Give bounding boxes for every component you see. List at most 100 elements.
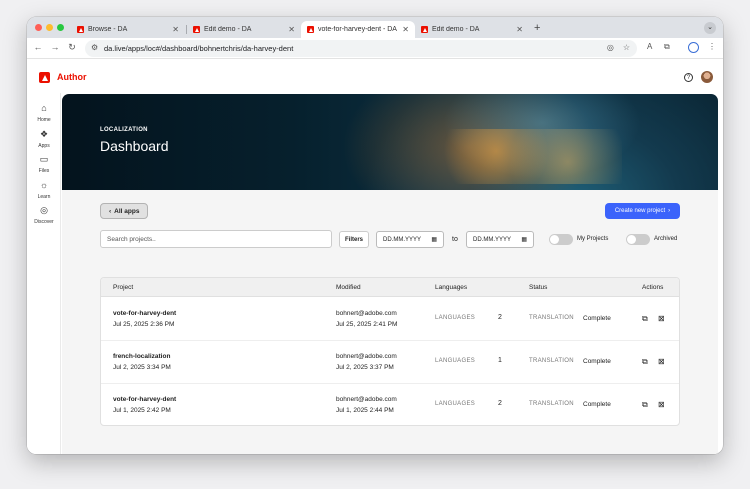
hero-eyebrow: LOCALIZATION (100, 127, 148, 133)
bookmark-star-icon[interactable]: ☆ (623, 43, 630, 52)
project-name[interactable]: vote-for-harvey-dent (113, 396, 176, 403)
languages-label: LANGUAGES (435, 401, 476, 407)
project-name[interactable]: vote-for-harvey-dent (113, 310, 176, 317)
calendar-icon[interactable]: ▦ (521, 236, 527, 243)
modified-by: bohnert@adobe.com (336, 353, 397, 360)
main-content: ‹ All apps Create new project › Filters … (62, 190, 718, 454)
tab-title: Browse - DA (88, 26, 128, 33)
column-header-modified: Modified (336, 284, 361, 291)
chevron-left-icon: ‹ (109, 207, 112, 215)
address-bar[interactable]: ⚙ da.live/apps/loc#/dashboard/bohnertchr… (85, 40, 637, 57)
close-window-button[interactable] (35, 24, 42, 31)
rail-item-label: Apps (38, 143, 50, 149)
lightbulb-icon: ☼ (39, 180, 49, 190)
archive-icon[interactable]: ⊠ (658, 314, 665, 323)
site-settings-icon[interactable]: ⚙ (91, 43, 98, 52)
filters-button[interactable]: Filters (339, 231, 369, 248)
extensions-icon[interactable]: ⧉ (664, 42, 670, 52)
reload-icon[interactable]: ↻ (66, 42, 78, 53)
tab-title: Edit demo - DA (204, 26, 252, 33)
modified-by: bohnert@adobe.com (336, 310, 397, 317)
copy-icon[interactable]: ⧉ (642, 357, 648, 367)
create-project-button[interactable]: Create new project › (605, 203, 680, 219)
status-label: TRANSLATION (529, 358, 574, 364)
status-value: Complete (583, 315, 611, 322)
back-arrow-icon[interactable]: ← (32, 42, 44, 52)
column-header-project: Project (113, 284, 134, 291)
date-to-field[interactable]: DD.MM.YYYY ▦ (466, 231, 534, 248)
browser-tab-active[interactable]: vote-for-harvey-dent - DA Ti ✕ (301, 21, 415, 38)
languages-count: 2 (498, 314, 502, 321)
new-tab-button[interactable]: + (534, 22, 540, 34)
browser-window: Browse - DA ✕ Edit demo - DA ✕ vote-for-… (27, 17, 723, 454)
compass-icon: ◎ (40, 205, 48, 215)
adobe-favicon-icon (307, 26, 314, 33)
browser-tab[interactable]: Edit demo - DA ✕ (187, 21, 301, 38)
create-project-label: Create new project (614, 208, 666, 214)
rail-item-label: Learn (37, 194, 51, 200)
table-row[interactable]: vote-for-harvey-dent Jul 25, 2025 2:36 P… (101, 298, 679, 341)
project-name[interactable]: french-localization (113, 353, 170, 360)
rail-item-apps[interactable]: ❖ Apps (27, 129, 61, 149)
archive-icon[interactable]: ⊠ (658, 400, 665, 409)
hero-banner: LOCALIZATION Dashboard (62, 94, 718, 190)
languages-label: LANGUAGES (435, 315, 476, 321)
page-title: Dashboard (100, 138, 169, 154)
modified-by: bohnert@adobe.com (336, 396, 397, 403)
app-brand[interactable]: Author (57, 72, 87, 82)
projects-table: Project Modified Languages Status Action… (100, 277, 680, 426)
minimize-window-button[interactable] (46, 24, 53, 31)
tab-title: vote-for-harvey-dent - DA Ti (318, 26, 399, 33)
my-projects-toggle[interactable] (549, 234, 573, 245)
avatar[interactable] (701, 71, 713, 83)
archived-toggle[interactable] (626, 234, 650, 245)
archived-label: Archived (654, 236, 678, 242)
browser-tab[interactable]: Browse - DA ✕ (71, 21, 185, 38)
rail-item-home[interactable]: ⌂ Home (27, 103, 61, 123)
app-header: Author ? (27, 59, 723, 93)
eye-off-icon[interactable]: ◎ (607, 43, 614, 52)
rail-item-learn[interactable]: ☼ Learn (27, 180, 61, 200)
copy-icon[interactable]: ⧉ (642, 400, 648, 410)
browser-toolbar: ← → ↻ ⚙ da.live/apps/loc#/dashboard/bohn… (27, 38, 723, 59)
calendar-icon[interactable]: ▦ (431, 236, 437, 243)
all-apps-button[interactable]: ‹ All apps (100, 203, 149, 219)
my-projects-label: My Projects (577, 236, 609, 242)
table-row[interactable]: french-localization Jul 2, 2025 3:34 PM … (101, 341, 679, 384)
tab-search-chevron-icon[interactable]: ⌄ (704, 22, 716, 34)
project-created: Jul 2, 2025 3:34 PM (113, 364, 171, 371)
rail-item-label: Home (37, 117, 51, 123)
browser-tab[interactable]: Edit demo - DA ✕ (415, 21, 529, 38)
url-text: da.live/apps/loc#/dashboard/bohnertchris… (104, 44, 294, 53)
status-value: Complete (583, 358, 611, 365)
modified-date: Jul 2, 2025 3:37 PM (336, 364, 394, 371)
profile-icon[interactable] (688, 42, 699, 53)
close-tab-icon[interactable]: ✕ (172, 25, 179, 34)
maximize-window-button[interactable] (57, 24, 64, 31)
column-header-actions: Actions (642, 284, 664, 291)
search-input[interactable] (100, 230, 332, 248)
column-header-languages: Languages (435, 284, 468, 291)
rail-item-files[interactable]: ▭ Files (27, 154, 61, 174)
home-icon: ⌂ (41, 103, 47, 113)
languages-count: 1 (498, 357, 502, 364)
table-row[interactable]: vote-for-harvey-dent Jul 1, 2025 2:42 PM… (101, 384, 679, 425)
date-from-field[interactable]: DD.MM.YYYY ▦ (376, 231, 444, 248)
adobe-favicon-icon (77, 26, 84, 33)
chevron-right-icon: › (668, 208, 671, 214)
rail-item-discover[interactable]: ◎ Discover (27, 205, 61, 225)
close-tab-icon[interactable]: ✕ (516, 25, 523, 34)
menu-kebab-icon[interactable]: ⋮ (708, 42, 716, 51)
adobe-logo-icon[interactable] (39, 72, 50, 83)
archive-icon[interactable]: ⊠ (658, 357, 665, 366)
status-value: Complete (583, 401, 611, 408)
translate-icon[interactable]: A (647, 42, 652, 51)
column-header-status: Status (529, 284, 548, 291)
copy-icon[interactable]: ⧉ (642, 314, 648, 324)
help-icon[interactable]: ? (684, 73, 693, 82)
forward-arrow-icon[interactable]: → (49, 42, 61, 52)
adobe-favicon-icon (193, 26, 200, 33)
close-tab-icon[interactable]: ✕ (402, 25, 409, 34)
date-to-placeholder: DD.MM.YYYY (473, 236, 512, 243)
close-tab-icon[interactable]: ✕ (288, 25, 295, 34)
